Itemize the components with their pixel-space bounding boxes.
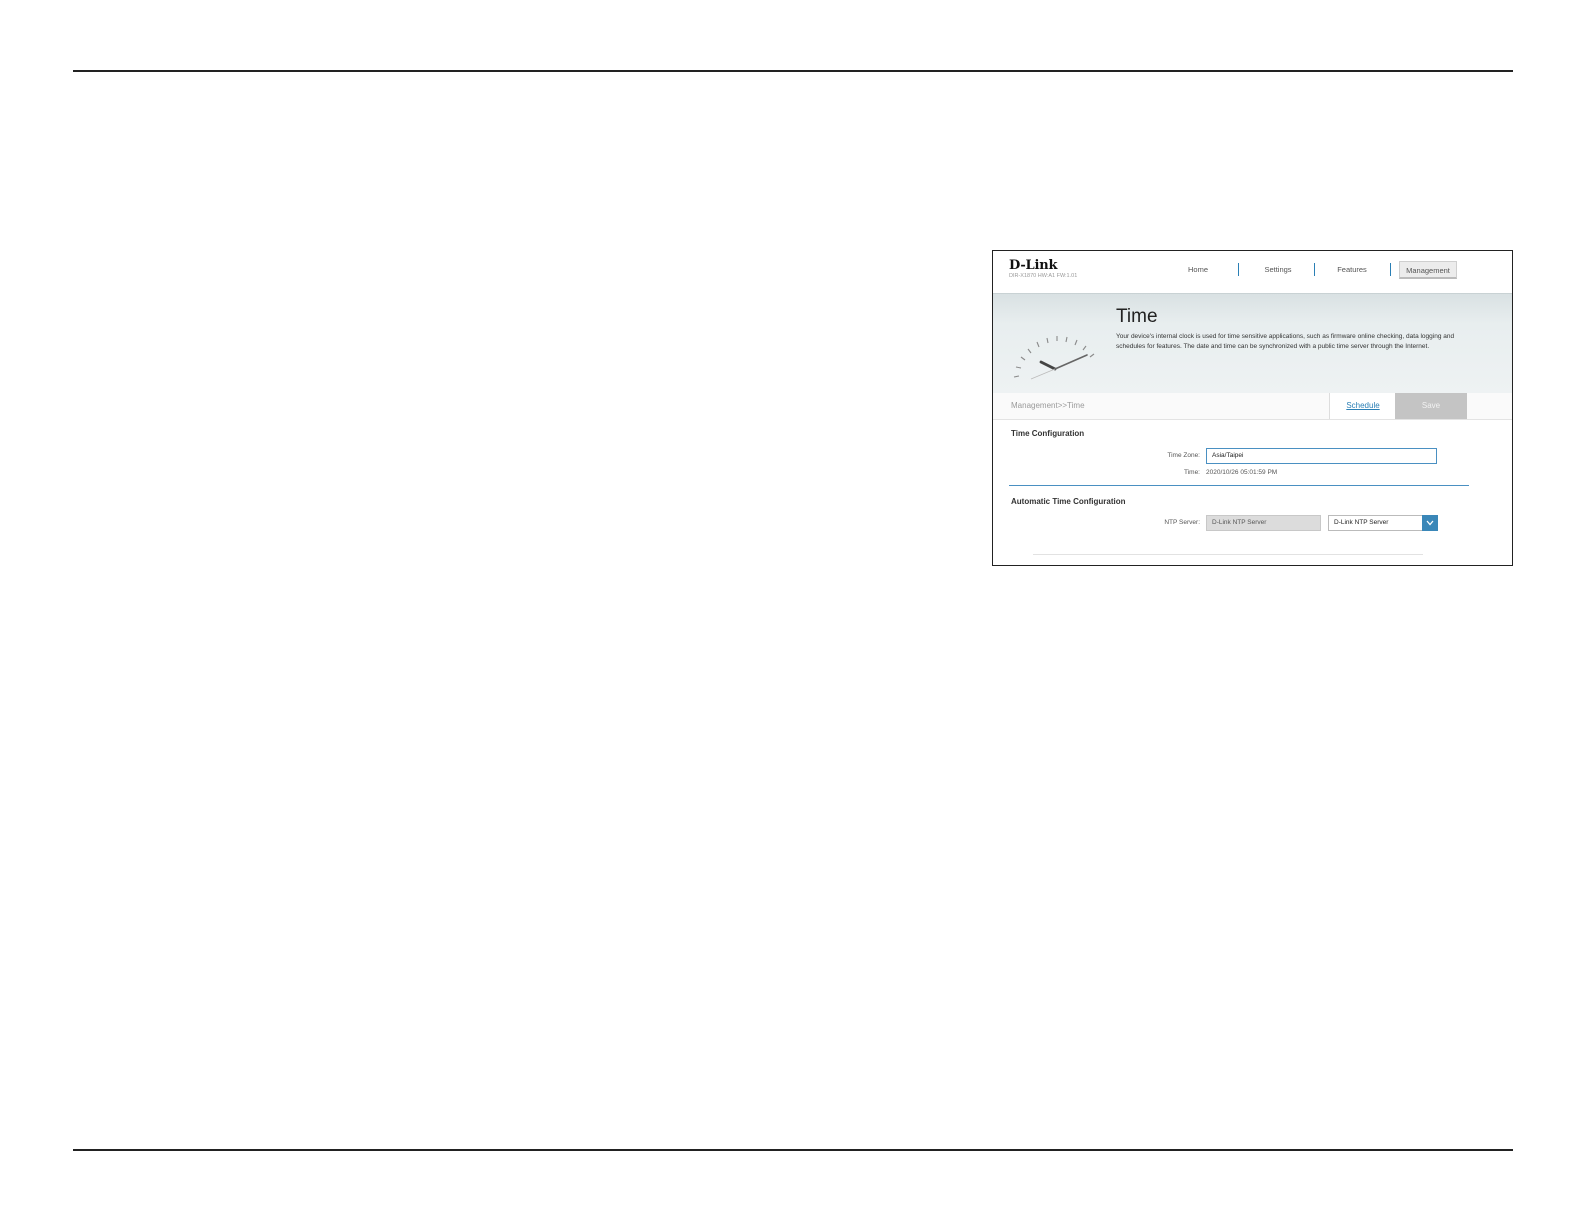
time-configuration-heading: Time Configuration [1011,429,1085,438]
nav-features[interactable]: Features [1328,261,1376,279]
clock-icon [1013,336,1095,380]
breadcrumb: Management>>Time [1011,401,1085,410]
time-label: Time: [1183,469,1200,476]
nav-separator [1390,263,1391,276]
automatic-time-configuration-heading: Automatic Time Configuration [1011,497,1126,506]
router-ui-screenshot: D-Link DIR-X1870 HW:A1 FW:1.01 Home Sett… [992,250,1513,566]
schedule-button[interactable]: Schedule [1329,393,1396,419]
time-zone-label: Time Zone: [1167,452,1200,459]
save-button[interactable]: Save [1395,393,1467,419]
ntp-server-select-value: D-Link NTP Server [1334,519,1389,526]
section-divider [1009,485,1469,486]
top-bar: D-Link DIR-X1870 HW:A1 FW:1.01 Home Sett… [993,251,1512,293]
page-description: Your device's internal clock is used for… [1116,333,1455,350]
ntp-server-label: NTP Server: [1164,519,1200,526]
ntp-server-select[interactable]: D-Link NTP Server [1328,515,1438,531]
current-time-value: 2020/10/26 05:01:59 PM [1206,469,1278,476]
page-banner: Time Your device's internal clock is use… [993,293,1512,394]
ntp-server-field: D-Link NTP Server [1206,515,1321,531]
nav-settings[interactable]: Settings [1255,261,1301,279]
nav-management[interactable]: Management [1399,261,1457,279]
chevron-down-icon[interactable] [1422,515,1438,531]
content-bottom-line [1033,554,1423,555]
page-bottom-rule [73,1149,1513,1151]
nav-separator [1314,263,1315,276]
nav-home[interactable]: Home [1175,261,1221,279]
breadcrumb-bar: Management>>Time Schedule Save [993,393,1512,420]
page-title: Time [1116,306,1158,327]
main-nav: Home Settings Features Management [993,261,1512,279]
page-top-rule [73,70,1513,72]
nav-separator [1238,263,1239,276]
time-zone-field[interactable]: Asia/Taipei [1206,448,1437,464]
